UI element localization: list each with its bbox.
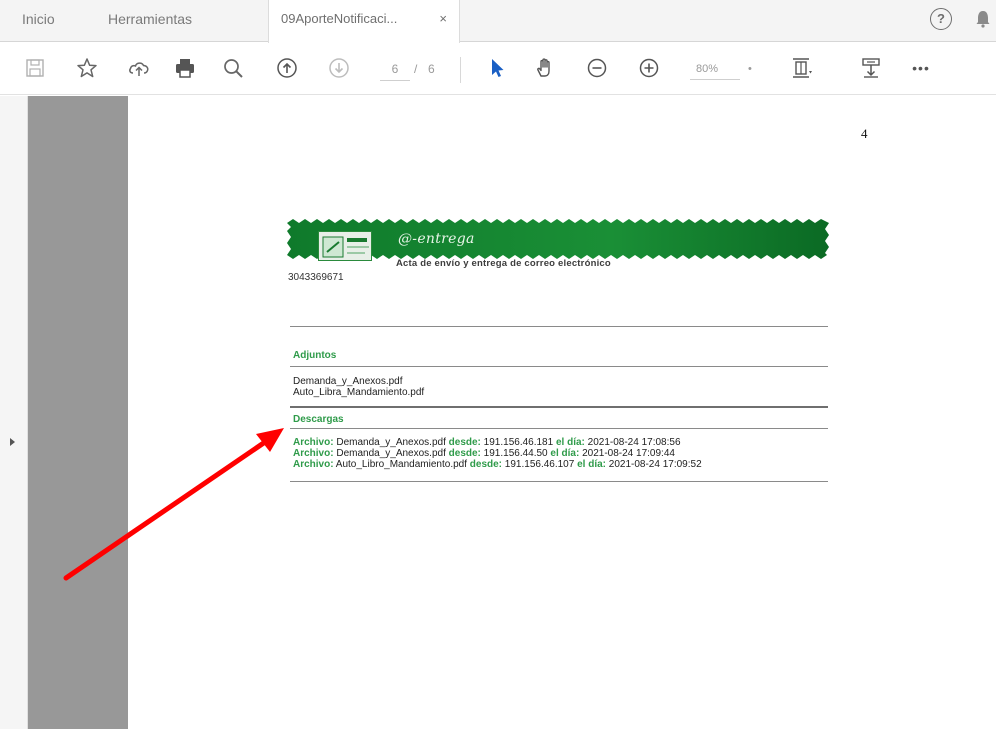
zoom-in-icon[interactable]: [636, 55, 662, 81]
dia-label: el día:: [577, 459, 606, 470]
section-title-adjuntos: Adjuntos: [293, 350, 337, 361]
e-entrega-logo: [318, 231, 372, 261]
download-date: 2021-08-24 17:08:56: [587, 437, 681, 448]
download-row: Archivo: Auto_Libro_Mandamiento.pdf desd…: [293, 459, 702, 470]
archivo-label: Archivo:: [293, 448, 334, 459]
desde-label: desde:: [448, 448, 481, 459]
star-icon[interactable]: [74, 55, 100, 81]
expand-pane-icon[interactable]: [10, 438, 15, 446]
download-row: Archivo: Demanda_y_Anexos.pdf desde: 191…: [293, 437, 681, 448]
section-title-descargas: Descargas: [293, 414, 344, 425]
tab-bar: Inicio Herramientas 09AporteNotificaci..…: [0, 0, 996, 43]
toolbar-divider: [460, 57, 461, 83]
page-up-icon[interactable]: [274, 55, 300, 81]
download-row: Archivo: Demanda_y_Anexos.pdf desde: 191…: [293, 448, 675, 459]
attachment-item: Auto_Libra_Mandamiento.pdf: [293, 387, 425, 398]
divider: [290, 406, 828, 408]
divider: [290, 326, 828, 327]
file-name: Demanda_y_Anexos.pdf: [336, 437, 446, 448]
search-icon[interactable]: [220, 55, 246, 81]
zoom-out-icon[interactable]: [584, 55, 610, 81]
ip-address: 191.156.46.181: [483, 437, 554, 448]
download-date: 2021-08-24 17:09:52: [608, 459, 702, 470]
banner-logo-text: @-entrega: [398, 231, 475, 247]
tab-document-label: 09AporteNotificaci...: [281, 11, 398, 26]
download-date: 2021-08-24 17:09:44: [582, 448, 675, 459]
upload-icon[interactable]: [126, 55, 152, 81]
help-icon[interactable]: ?: [930, 8, 952, 30]
archivo-label: Archivo:: [293, 459, 334, 470]
hand-icon[interactable]: [532, 55, 558, 81]
desde-label: desde:: [469, 459, 503, 470]
zoom-dropdown-icon[interactable]: •: [748, 59, 752, 79]
tab-document[interactable]: 09AporteNotificaci... ×: [268, 0, 460, 43]
tab-inicio[interactable]: Inicio: [22, 0, 82, 42]
attachment-item: Demanda_y_Anexos.pdf: [293, 376, 403, 387]
divider: [290, 481, 828, 482]
navigation-pane-rail[interactable]: [0, 96, 28, 729]
file-name: Auto_Libro_Mandamiento.pdf: [335, 459, 467, 470]
page-total: 6: [428, 62, 435, 76]
dia-label: el día:: [555, 437, 585, 448]
archivo-label: Archivo:: [293, 437, 334, 448]
page-number-label: 4: [861, 126, 868, 141]
desde-label: desde:: [448, 437, 481, 448]
document-page: [128, 96, 996, 729]
reference-number: 3043369671: [288, 272, 344, 283]
annotate-icon[interactable]: [858, 55, 884, 81]
toolbar: 6 / 6 80% • •••: [0, 43, 996, 95]
bell-icon[interactable]: [976, 10, 990, 28]
close-icon[interactable]: ×: [439, 0, 447, 38]
ip-address: 191.156.44.50: [483, 448, 548, 459]
fit-page-icon[interactable]: [788, 55, 814, 81]
divider: [290, 366, 828, 367]
divider: [290, 428, 828, 429]
zoom-input[interactable]: 80%: [690, 59, 740, 80]
page-number-input[interactable]: 6: [380, 59, 410, 81]
file-name: Demanda_y_Anexos.pdf: [336, 448, 446, 459]
dia-label: el día:: [550, 448, 580, 459]
select-cursor-icon[interactable]: [484, 55, 510, 81]
more-icon[interactable]: •••: [908, 55, 934, 81]
save-icon[interactable]: [22, 55, 48, 81]
print-icon[interactable]: [172, 55, 198, 81]
page-down-icon[interactable]: [326, 55, 352, 81]
tab-herramientas[interactable]: Herramientas: [108, 0, 228, 42]
ip-address: 191.156.46.107: [504, 459, 575, 470]
page-separator: /: [414, 62, 418, 76]
page-gutter: [28, 96, 128, 729]
banner-subtitle: Acta de envío y entrega de correo electr…: [396, 258, 611, 269]
